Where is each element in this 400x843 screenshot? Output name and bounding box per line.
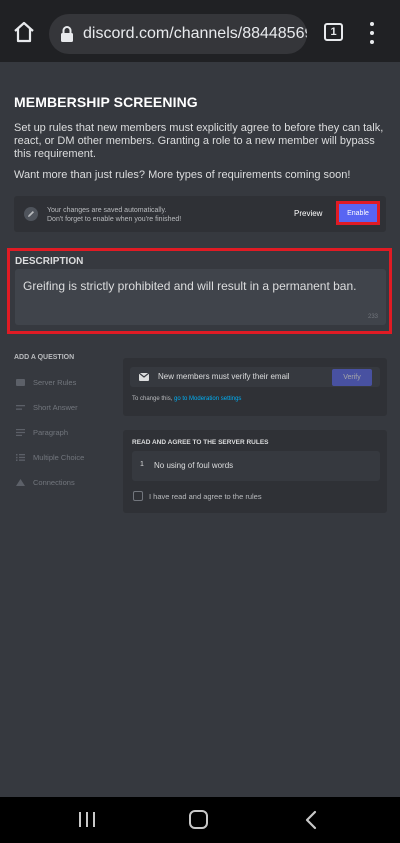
membership-screening-page: MEMBERSHIP SCREENING Set up rules that n… bbox=[0, 62, 400, 797]
question-type-paragraph[interactable]: Paragraph bbox=[16, 428, 68, 437]
description-textarea[interactable]: Greifing is strictly prohibited and will… bbox=[15, 269, 386, 325]
home-icon[interactable] bbox=[12, 20, 36, 44]
connections-icon bbox=[16, 479, 25, 486]
save-notice-text: Your changes are saved automatically. Do… bbox=[47, 206, 181, 224]
rule-item[interactable]: 1 No using of foul words bbox=[132, 451, 380, 481]
lock-icon bbox=[61, 26, 73, 42]
short-answer-icon bbox=[16, 405, 25, 410]
address-bar[interactable]: discord.com/channels/884485693567 bbox=[49, 14, 307, 54]
mail-icon bbox=[139, 373, 149, 381]
paragraph-icon bbox=[16, 429, 25, 436]
rules-icon bbox=[16, 379, 25, 386]
enable-button[interactable]: Enable bbox=[339, 204, 377, 222]
question-type-connections[interactable]: Connections bbox=[16, 478, 75, 487]
question-type-label: Multiple Choice bbox=[33, 453, 85, 462]
rule-number: 1 bbox=[140, 461, 144, 468]
change-prefix: To change this, bbox=[132, 396, 173, 402]
browser-toolbar: discord.com/channels/884485693567 1 bbox=[0, 0, 400, 62]
rule-text: No using of foul words bbox=[154, 461, 234, 470]
preview-button[interactable]: Preview bbox=[294, 209, 322, 218]
change-setting-text: To change this, go to Moderation setting… bbox=[132, 396, 241, 402]
character-count: 233 bbox=[367, 314, 378, 320]
verify-email-text: New members must verify their email bbox=[158, 372, 290, 381]
list-icon bbox=[16, 454, 25, 461]
description-highlight: DESCRIPTION Greifing is strictly prohibi… bbox=[7, 248, 392, 334]
rules-heading: READ AND AGREE TO THE SERVER RULES bbox=[132, 439, 269, 446]
add-question-heading: ADD A QUESTION bbox=[14, 354, 75, 361]
pencil-icon bbox=[24, 207, 38, 221]
home-nav-icon[interactable] bbox=[189, 810, 208, 829]
verify-email-card: New members must verify their email Veri… bbox=[123, 358, 387, 416]
url-text: discord.com/channels/884485693567 bbox=[83, 25, 307, 42]
description-label: DESCRIPTION bbox=[15, 256, 84, 267]
tabs-icon[interactable]: 1 bbox=[324, 23, 343, 41]
question-type-short-answer[interactable]: Short Answer bbox=[16, 403, 78, 412]
back-icon[interactable] bbox=[304, 810, 318, 830]
enable-highlight: Enable bbox=[336, 201, 380, 225]
intro-text: Set up rules that new members must expli… bbox=[14, 122, 384, 160]
page-title: MEMBERSHIP SCREENING bbox=[14, 94, 198, 110]
recents-icon[interactable] bbox=[79, 812, 95, 827]
save-notice-line2: Don't forget to enable when you're finis… bbox=[47, 216, 182, 223]
more-vert-icon[interactable] bbox=[366, 22, 378, 44]
save-notice-line1: Your changes are saved automatically. bbox=[47, 207, 167, 214]
question-type-label: Short Answer bbox=[33, 403, 78, 412]
agree-checkbox[interactable] bbox=[133, 491, 143, 501]
server-rules-card: READ AND AGREE TO THE SERVER RULES 1 No … bbox=[123, 430, 387, 513]
question-type-multiple-choice[interactable]: Multiple Choice bbox=[16, 453, 84, 462]
moderation-settings-link[interactable]: go to Moderation settings bbox=[174, 396, 241, 402]
system-nav-bar bbox=[0, 797, 400, 843]
question-type-server-rules[interactable]: Server Rules bbox=[16, 378, 76, 387]
description-value: Greifing is strictly prohibited and will… bbox=[23, 279, 357, 293]
question-type-label: Connections bbox=[33, 478, 75, 487]
question-type-label: Paragraph bbox=[33, 428, 69, 437]
question-type-label: Server Rules bbox=[33, 378, 77, 387]
save-notice-bar: Your changes are saved automatically. Do… bbox=[14, 196, 386, 232]
verify-email-row: New members must verify their email Veri… bbox=[130, 367, 380, 387]
verify-button[interactable]: Verify bbox=[332, 369, 372, 386]
agree-label: I have read and agree to the rules bbox=[149, 492, 262, 501]
intro-note: Want more than just rules? More types of… bbox=[14, 169, 351, 181]
